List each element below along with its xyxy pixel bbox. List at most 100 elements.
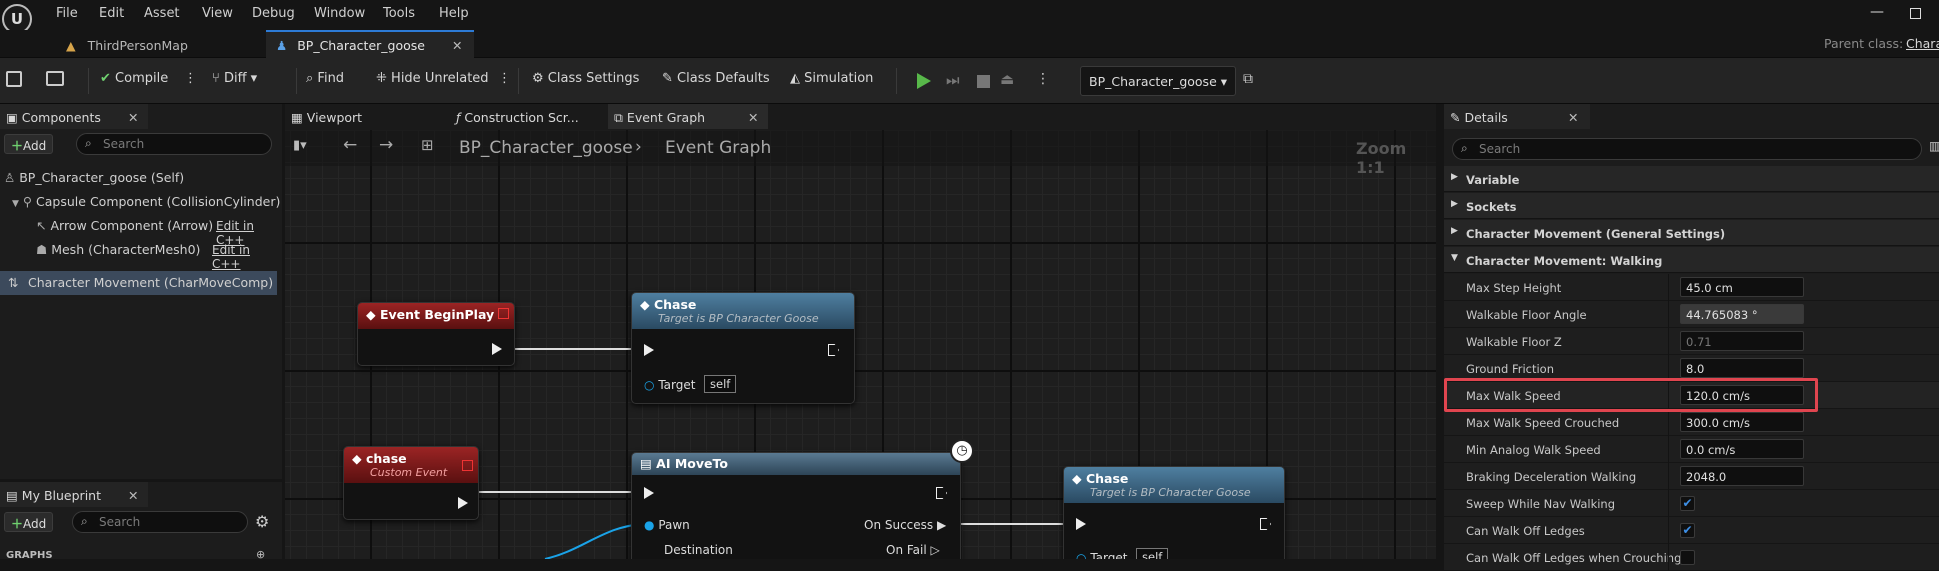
target-pin[interactable]: ○ Target (1076, 551, 1127, 559)
class-defaults-button[interactable]: ✎ Class Defaults (662, 71, 770, 86)
property-matrix-icon[interactable]: ▥ (1929, 139, 1939, 153)
prop-value-input[interactable]: 45.0 cm (1680, 277, 1804, 297)
tree-item-arrow[interactable]: ↖ Arrow Component (Arrow) (36, 218, 213, 233)
edit-in-cpp-link[interactable]: Edit in C++ (212, 243, 282, 271)
play-icon[interactable] (917, 73, 931, 89)
exec-in-pin[interactable] (1076, 518, 1086, 530)
tab-details[interactable]: ✎ Details ✕ (1444, 104, 1590, 129)
prop-value-input[interactable]: 8.0 (1680, 358, 1804, 378)
compile-options-icon[interactable]: ⋮ (184, 71, 197, 86)
browse-icon[interactable] (46, 71, 64, 86)
category-variable[interactable]: ▶ Variable (1444, 166, 1939, 192)
category-walking[interactable]: ▼ Character Movement: Walking (1444, 247, 1939, 273)
add-component-button[interactable]: ＋Add (4, 134, 54, 154)
menu-window[interactable]: Window (314, 6, 365, 21)
tab-construction-script[interactable]: ƒ Construction Scr... (450, 104, 610, 129)
category-sockets[interactable]: ▶ Sockets (1444, 193, 1939, 219)
minimize-icon[interactable]: — (1870, 4, 1884, 20)
menu-asset[interactable]: Asset (144, 6, 180, 21)
event-graph-canvas[interactable]: ▮▾ ← → ⊞ BP_Character_goose › Event Grap… (285, 130, 1436, 559)
prop-value-input[interactable]: 300.0 cm/s (1680, 412, 1804, 432)
exec-in-pin[interactable] (644, 344, 654, 356)
play-options-icon[interactable]: ⋮ (1036, 71, 1050, 87)
node-ai-moveto[interactable]: ▤ AI MoveTo ◷ ● Pawn Destination On Succ… (631, 439, 974, 559)
category-general-settings[interactable]: ▶ Character Movement (General Settings) (1444, 220, 1939, 246)
add-member-button[interactable]: ＋Add (4, 512, 54, 532)
step-icon[interactable]: ⏭ (946, 71, 960, 89)
diff-button[interactable]: ⑂ Diff ▾ (212, 71, 257, 86)
highlight-box (1444, 378, 1818, 412)
debug-object-select[interactable]: BP_Character_goose ▾ (1080, 66, 1236, 96)
details-search-input[interactable]: ⌕ Search (1452, 138, 1922, 160)
prop-value-input[interactable]: 2048.0 (1680, 466, 1804, 486)
node-title: chase (365, 451, 407, 466)
exec-out-pin[interactable] (492, 343, 502, 355)
prop-value-input[interactable]: 0.71 (1680, 331, 1804, 351)
checkbox[interactable]: ✔ (1680, 496, 1695, 511)
menu-tools[interactable]: Tools (383, 6, 415, 21)
collapse-arrow-icon: ▼ (12, 199, 19, 209)
menu-edit[interactable]: Edit (99, 6, 124, 21)
checkbox[interactable] (1680, 550, 1695, 565)
on-fail-pin[interactable]: On Fail ▷ (886, 543, 940, 557)
node-chase-call[interactable]: ◆ Chase Target is BP Character Goose ○ T… (1063, 466, 1285, 559)
prop-value-input[interactable]: 44.765083 ° (1680, 304, 1804, 324)
target-pin[interactable]: ○ Target (644, 378, 695, 392)
save-icon[interactable] (6, 71, 22, 87)
my-blueprint-search-input[interactable]: ⌕ Search (72, 511, 248, 533)
menu-file[interactable]: File (56, 6, 78, 21)
node-chase-custom-event[interactable]: ◆ chase Custom Event (343, 446, 479, 520)
graphs-section-header[interactable]: GRAPHS (6, 550, 53, 561)
pawn-pin[interactable]: ● Pawn (644, 518, 690, 532)
delegate-pin-icon[interactable] (462, 460, 473, 471)
menu-view[interactable]: View (202, 6, 233, 21)
menu-debug[interactable]: Debug (252, 6, 295, 21)
destination-pin[interactable]: Destination (664, 543, 733, 557)
tree-item-mesh[interactable]: ☗ Mesh (CharacterMesh0) (36, 242, 200, 257)
tree-item-character-movement[interactable]: ⇅ Character Movement (CharMoveComp) (0, 271, 277, 295)
close-icon[interactable]: ✕ (128, 110, 138, 125)
on-success-pin[interactable]: On Success ▶ (864, 518, 946, 532)
close-icon[interactable]: ✕ (1568, 110, 1578, 125)
tab-my-blueprint[interactable]: ▤ My Blueprint ✕ (0, 482, 148, 507)
exec-out-pin[interactable] (458, 497, 468, 509)
exec-out-pin[interactable] (828, 344, 839, 356)
debug-filter-icon[interactable]: ⧉ (1243, 71, 1253, 87)
find-button[interactable]: ⌕ Find (306, 71, 344, 86)
tree-item-capsule[interactable]: ▼ ⚲ Capsule Component (CollisionCylinder… (12, 194, 280, 209)
add-graph-icon[interactable]: ⊕ (256, 548, 265, 561)
close-icon[interactable]: ✕ (128, 488, 138, 503)
tab-components[interactable]: ▣ Components ✕ (0, 104, 148, 129)
node-header: ▤ AI MoveTo (632, 453, 960, 475)
settings-gear-icon[interactable]: ⚙ (255, 512, 269, 531)
tree-item-self[interactable]: ♙ BP_Character_goose (Self) (4, 170, 184, 185)
delegate-pin-icon[interactable] (498, 308, 509, 319)
target-self-box[interactable]: self (1136, 548, 1169, 559)
components-search-input[interactable]: ⌕ Search (76, 133, 272, 155)
exec-out-pin[interactable] (936, 487, 947, 499)
tab-viewport[interactable]: ▦ Viewport (285, 104, 445, 129)
prop-value-input[interactable]: 0.0 cm/s (1680, 439, 1804, 459)
parent-class-link[interactable]: Chara (1906, 36, 1939, 51)
stop-icon[interactable] (977, 75, 990, 88)
exec-out-pin[interactable] (1260, 518, 1271, 530)
tab-thirdpersonmap[interactable]: ▲ ThirdPersonMap (56, 30, 262, 58)
parent-class-label: Parent class: (1824, 36, 1904, 51)
eject-icon[interactable]: ⏏ (1000, 70, 1014, 88)
node-event-beginplay[interactable]: ◆ Event BeginPlay (357, 302, 515, 366)
hide-unrelated-options-icon[interactable]: ⋮ (498, 71, 511, 86)
close-icon[interactable]: ✕ (748, 110, 758, 125)
tab-event-graph[interactable]: ⧉ Event Graph ✕ (608, 104, 768, 129)
simulation-button[interactable]: ◭ Simulation (790, 71, 873, 86)
class-settings-button[interactable]: ⚙ Class Settings (532, 71, 639, 86)
hide-unrelated-button[interactable]: ⁜ Hide Unrelated (376, 71, 489, 86)
checkbox[interactable]: ✔ (1680, 523, 1695, 538)
menu-help[interactable]: Help (439, 6, 469, 21)
target-self-box[interactable]: self (704, 375, 737, 393)
maximize-icon[interactable] (1910, 8, 1921, 19)
compile-button[interactable]: ✔ Compile (100, 71, 168, 86)
tab-bp-character-goose[interactable]: ♟ BP_Character_goose ✕ (266, 30, 474, 58)
close-tab-icon[interactable]: ✕ (452, 38, 462, 53)
exec-in-pin[interactable] (644, 487, 654, 499)
node-chase-call[interactable]: ◆ Chase Target is BP Character Goose ○ T… (631, 292, 855, 404)
